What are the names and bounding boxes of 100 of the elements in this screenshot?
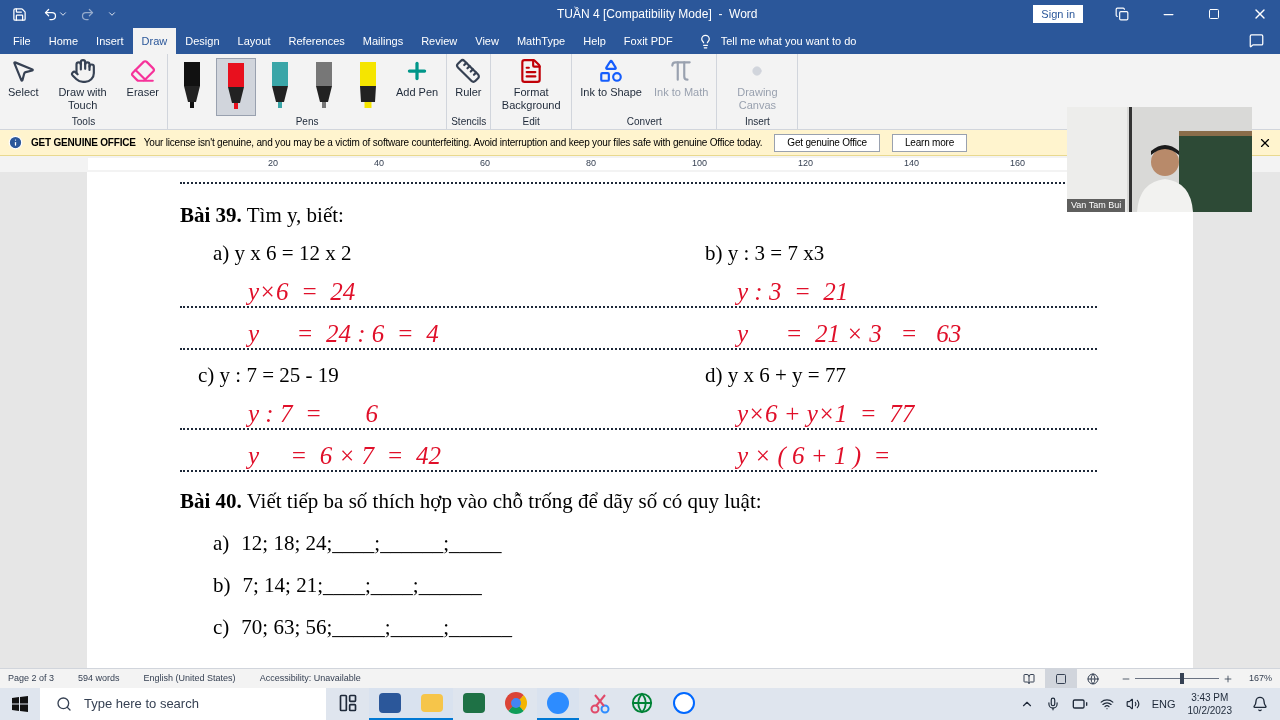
clock-time[interactable]: 3:43 PM: [1191, 691, 1229, 704]
hand-icon: [69, 58, 96, 84]
pen-icon: [225, 63, 247, 111]
ribbon-tab[interactable]: Mailings: [353, 28, 413, 54]
view-button[interactable]: [1044, 669, 1077, 688]
status-item: Page 2 of 3: [8, 671, 55, 685]
ribbon-tab[interactable]: File: [4, 28, 40, 54]
pointer-icon: [10, 58, 37, 84]
number-sequence: 70; 63; 56;_____;_____;______: [241, 614, 512, 640]
comments-icon[interactable]: [1249, 33, 1264, 48]
sign-in-button[interactable]: Sign in: [1033, 5, 1083, 23]
dot-icon: [752, 66, 763, 76]
group-label: Convert: [625, 116, 663, 128]
handwritten-note: y × ( 6 + 1 ) =: [734, 443, 892, 470]
ribbon-tab[interactable]: Help: [574, 28, 615, 54]
undo-icon[interactable]: [43, 6, 58, 22]
equation: d) y x 6 + y = 77: [705, 362, 847, 389]
ribbon-button[interactable]: Ruler: [451, 58, 486, 99]
window-title: TUẦN 4 [Compatibility Mode] - Word: [557, 5, 758, 23]
ribbon-tab[interactable]: MathType: [507, 28, 575, 54]
status-item: 594 words: [78, 671, 120, 685]
ribbon-tab[interactable]: Draw: [132, 28, 177, 54]
notification-icon[interactable]: [1252, 696, 1268, 712]
highlighter-icon: [357, 62, 379, 110]
ribbon-tab[interactable]: Review: [412, 28, 467, 54]
book-icon: [1022, 672, 1035, 685]
group-label: Insert: [743, 116, 771, 128]
handwritten-note: y = 24 : 6 = 4: [245, 321, 440, 348]
zoom-in-icon[interactable]: [1222, 673, 1233, 684]
equation: b) y : 3 = 7 x3: [705, 240, 826, 267]
ribbon-tab[interactable]: Insert: [87, 28, 133, 54]
exercise-heading: Bài 39. Tìm y, biết:: [180, 202, 344, 228]
ruler-number: 160: [1010, 157, 1027, 171]
wifi-icon[interactable]: [1099, 697, 1114, 711]
restore-icon[interactable]: [1208, 8, 1220, 20]
ribbon-display-icon[interactable]: [1115, 7, 1129, 21]
taskbar-search-field[interactable]: Type here to search: [40, 688, 326, 720]
banner-button[interactable]: Get genuine Office: [774, 133, 880, 152]
windows-icon[interactable]: [12, 696, 28, 712]
handwritten-note: y : 3 = 21: [734, 279, 850, 306]
ribbon-tab[interactable]: Foxit PDF: [614, 28, 682, 54]
microphone-icon[interactable]: [1045, 697, 1060, 711]
number-sequence: 12; 18; 24;____;______;_____: [241, 530, 502, 556]
ribbon-button[interactable]: Eraser: [122, 58, 163, 99]
battery-icon[interactable]: [1071, 696, 1088, 712]
banner-button[interactable]: Learn more: [891, 133, 968, 152]
ribbon-button[interactable]: Format Background: [495, 58, 568, 112]
zoom-slider[interactable]: [1134, 673, 1219, 684]
language-indicator[interactable]: ENG: [1151, 695, 1176, 713]
zoom-percent[interactable]: 167%: [1248, 671, 1272, 686]
handwritten-note: y = 21 × 3 = 63: [734, 321, 963, 348]
item-label: a): [213, 530, 230, 556]
ribbon-button[interactable]: Draw with Touch: [46, 58, 119, 112]
pen-button[interactable]: [216, 58, 256, 116]
ruler-number: 60: [480, 157, 491, 171]
caret-icon[interactable]: [58, 9, 68, 19]
ruler-number: 80: [586, 157, 597, 171]
ruler-number: 20: [268, 157, 279, 171]
ribbon-tab[interactable]: View: [466, 28, 508, 54]
clock-date[interactable]: 10/2/2023: [1187, 704, 1232, 717]
group-label: Tools: [70, 116, 97, 128]
shapes-icon: [598, 58, 625, 84]
ribbon-button[interactable]: Ink to Shape: [576, 58, 646, 99]
status-item: English (United States): [143, 671, 236, 685]
scissors-icon[interactable]: [589, 692, 611, 714]
number-sequence: 7; 14; 21;____;____;______: [242, 572, 482, 598]
ribbon-button[interactable]: Add Pen: [392, 58, 443, 99]
equation: c) y : 7 = 25 - 19: [197, 362, 340, 389]
pencil-icon: [313, 62, 335, 110]
ribbon-tab[interactable]: References: [279, 28, 354, 54]
pen-icon: [181, 62, 203, 110]
eraser-icon: [129, 58, 156, 84]
speaker-icon[interactable]: [1125, 697, 1140, 711]
item-label: b): [213, 572, 231, 598]
task-view-icon[interactable]: [338, 693, 358, 713]
ribbon-tab[interactable]: Layout: [228, 28, 280, 54]
ruler-number: 140: [904, 157, 921, 171]
handwritten-note: y : 7 = 6: [245, 401, 380, 428]
ruler-icon: [455, 58, 482, 84]
ribbon-button[interactable]: Select: [4, 58, 43, 99]
handwritten-note: y = 6 × 7 = 42: [245, 443, 442, 470]
chrome-icon[interactable]: [505, 692, 527, 714]
ribbon-tab[interactable]: Home: [39, 28, 88, 54]
info-icon: [8, 135, 23, 150]
tell-me-field[interactable]: Tell me what you want to do: [720, 32, 857, 50]
exercise-heading: Bài 40. Viết tiếp ba số thích hợp vào chỗ trống để dãy số có quy luật:: [180, 488, 763, 514]
group-label: Pens: [294, 116, 320, 128]
handwritten-note: y×6 = 24: [245, 279, 357, 306]
item-label: c): [213, 614, 230, 640]
globe-icon[interactable]: [631, 692, 653, 714]
banner-title: GET GENUINE OFFICE: [31, 136, 136, 150]
participant-name: Van Tam Bui: [1067, 198, 1126, 212]
page-icon: [1054, 672, 1067, 685]
ruler-number: 120: [798, 157, 815, 171]
status-item: Accessibility: Unavailable: [259, 671, 361, 685]
customize-icon[interactable]: [107, 9, 117, 19]
save-icon[interactable]: [12, 6, 27, 22]
banner-message: Your license isn't genuine, and you may be a victim of software counterfeiting. Avoid interruption and keep your files safe with genuine Office today.: [143, 136, 763, 150]
ribbon-tab[interactable]: Design: [176, 28, 229, 54]
ruler-number: 100: [692, 157, 709, 171]
